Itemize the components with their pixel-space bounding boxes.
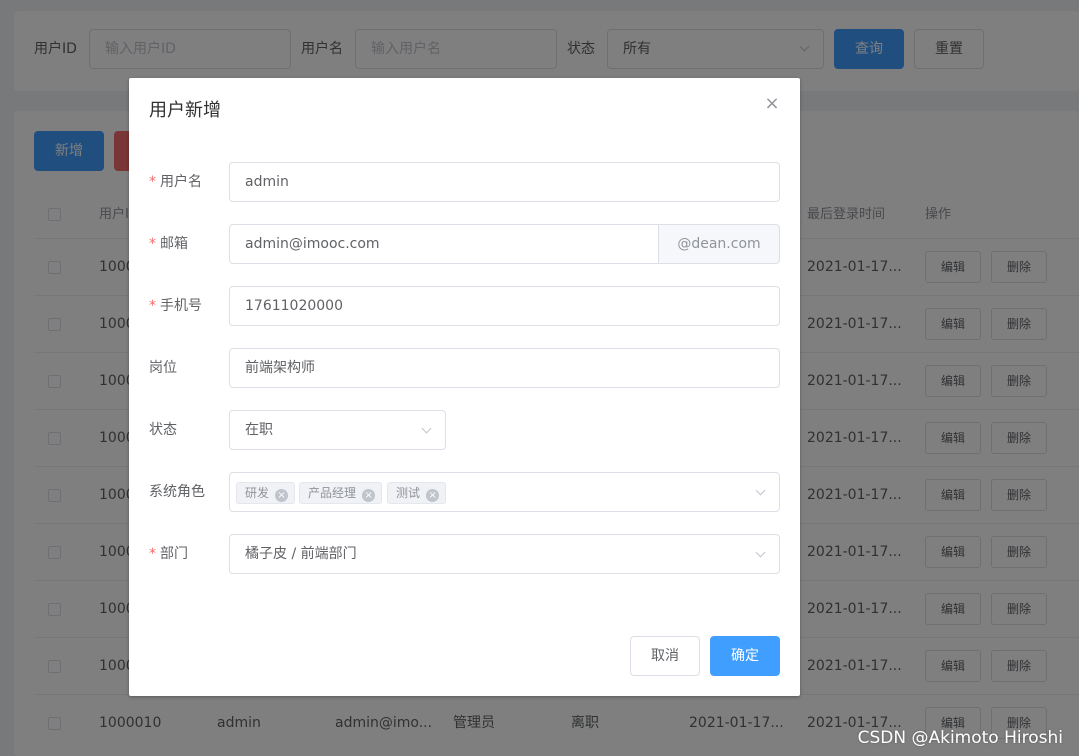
confirm-button[interactable]: 确定 [710, 636, 780, 676]
username-field[interactable]: admin [229, 162, 780, 202]
mobile-field[interactable]: 17611020000 [229, 286, 780, 326]
required-asterisk: * [149, 174, 156, 190]
state-select-value: 在职 [245, 422, 273, 438]
mobile-field-label: * 手机号 [149, 298, 202, 314]
dept-cascader-value: 橘子皮 / 前端部门 [245, 546, 357, 562]
required-asterisk: * [149, 236, 156, 252]
job-field[interactable]: 前端架构师 [229, 348, 780, 388]
chevron-down-icon [421, 423, 432, 434]
dept-field-label: * 部门 [149, 546, 188, 562]
dialog-title: 用户新增 [149, 100, 221, 121]
roles-field-label: 系统角色 [149, 484, 205, 500]
dept-cascader[interactable]: 橘子皮 / 前端部门 [229, 534, 780, 574]
email-suffix: @dean.com [659, 224, 780, 264]
required-asterisk: * [149, 546, 156, 562]
state-field-label: 状态 [149, 422, 177, 438]
username-field-label: * 用户名 [149, 174, 202, 190]
cancel-button[interactable]: 取消 [630, 636, 700, 676]
tag-close-icon[interactable]: × [275, 489, 289, 502]
close-icon[interactable]: × [764, 95, 780, 113]
email-field[interactable]: admin@imooc.com [229, 224, 659, 264]
role-tag: 测试 × [387, 482, 447, 504]
chevron-down-icon [755, 485, 766, 496]
role-tag: 研发 × [236, 482, 296, 504]
roles-select[interactable]: 研发 × 产品经理 × 测试 × [229, 472, 780, 512]
job-field-label: 岗位 [149, 360, 177, 376]
role-tag: 产品经理 × [299, 482, 383, 504]
state-select[interactable]: 在职 [229, 410, 446, 450]
email-field-label: * 邮箱 [149, 236, 188, 252]
required-asterisk: * [149, 298, 156, 314]
tag-close-icon[interactable]: × [426, 489, 440, 502]
watermark: CSDN @Akimoto Hiroshi [857, 728, 1063, 748]
chevron-down-icon [755, 547, 766, 558]
tag-close-icon[interactable]: × [362, 489, 376, 502]
user-add-dialog: 用户新增 × * 用户名 admin * 邮箱 admin@imooc.com @d… [129, 78, 800, 696]
